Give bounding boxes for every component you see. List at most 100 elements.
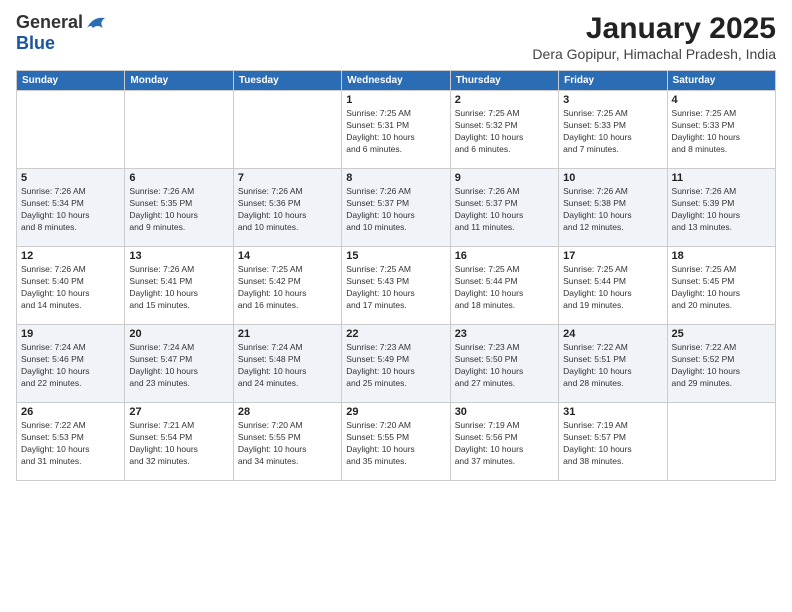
header: General Blue January 2025 Dera Gopipur, … [16, 12, 776, 62]
day-info: Sunrise: 7:21 AM Sunset: 5:54 PM Dayligh… [129, 420, 228, 468]
day-number: 15 [346, 250, 445, 262]
day-info: Sunrise: 7:26 AM Sunset: 5:34 PM Dayligh… [21, 186, 120, 234]
calendar-cell: 29 Sunrise: 7:20 AM Sunset: 5:55 PM Dayli… [342, 403, 450, 481]
calendar-cell: 10 Sunrise: 7:26 AM Sunset: 5:38 PM Dayli… [559, 169, 667, 247]
calendar-cell: 6Sunrise: 7:26 AM Sunset: 5:35 PM Daylig… [125, 169, 233, 247]
calendar-cell: 24 Sunrise: 7:22 AM Sunset: 5:51 PM Dayli… [559, 325, 667, 403]
day-info: Sunrise: 7:26 AM Sunset: 5:40 PM Dayligh… [21, 264, 120, 312]
day-number: 3 [563, 94, 662, 106]
day-info: Sunrise: 7:19 AM Sunset: 5:56 PM Dayligh… [455, 420, 554, 468]
calendar-cell: 16Sunrise: 7:25 AM Sunset: 5:44 PM Dayli… [450, 247, 558, 325]
calendar-cell [125, 91, 233, 169]
day-number: 25 [672, 328, 771, 340]
day-info: Sunrise: 7:26 AM Sunset: 5:37 PM Dayligh… [346, 186, 445, 234]
week-row-4: 19 Sunrise: 7:24 AM Sunset: 5:46 PM Dayli… [17, 325, 776, 403]
day-number: 20 [129, 328, 228, 340]
day-info: Sunrise: 7:24 AM Sunset: 5:46 PM Dayligh… [21, 342, 120, 390]
col-friday: Friday [559, 71, 667, 91]
week-row-3: 12 Sunrise: 7:26 AM Sunset: 5:40 PM Dayli… [17, 247, 776, 325]
col-thursday: Thursday [450, 71, 558, 91]
day-number: 16 [455, 250, 554, 262]
day-info: Sunrise: 7:23 AM Sunset: 5:49 PM Dayligh… [346, 342, 445, 390]
calendar-cell: 18 Sunrise: 7:25 AM Sunset: 5:45 PM Dayli… [667, 247, 775, 325]
day-number: 31 [563, 406, 662, 418]
day-info: Sunrise: 7:26 AM Sunset: 5:41 PM Dayligh… [129, 264, 228, 312]
day-info: Sunrise: 7:25 AM Sunset: 5:44 PM Dayligh… [563, 264, 662, 312]
calendar-cell: 28Sunrise: 7:20 AM Sunset: 5:55 PM Dayli… [233, 403, 341, 481]
calendar-cell: 9 Sunrise: 7:26 AM Sunset: 5:37 PM Daylig… [450, 169, 558, 247]
day-info: Sunrise: 7:26 AM Sunset: 5:37 PM Dayligh… [455, 186, 554, 234]
day-number: 23 [455, 328, 554, 340]
week-row-5: 26 Sunrise: 7:22 AM Sunset: 5:53 PM Dayli… [17, 403, 776, 481]
day-number: 19 [21, 328, 120, 340]
day-number: 6 [129, 172, 228, 184]
day-info: Sunrise: 7:20 AM Sunset: 5:55 PM Dayligh… [238, 420, 337, 468]
day-info: Sunrise: 7:23 AM Sunset: 5:50 PM Dayligh… [455, 342, 554, 390]
calendar-table: Sunday Monday Tuesday Wednesday Thursday… [16, 70, 776, 481]
day-number: 24 [563, 328, 662, 340]
page: General Blue January 2025 Dera Gopipur, … [0, 0, 792, 612]
title-block: January 2025 Dera Gopipur, Himachal Prad… [532, 12, 776, 62]
calendar-cell: 15 Sunrise: 7:25 AM Sunset: 5:43 PM Dayli… [342, 247, 450, 325]
day-number: 1 [346, 94, 445, 106]
day-info: Sunrise: 7:26 AM Sunset: 5:39 PM Dayligh… [672, 186, 771, 234]
day-info: Sunrise: 7:25 AM Sunset: 5:33 PM Dayligh… [672, 108, 771, 156]
calendar-cell [667, 403, 775, 481]
day-info: Sunrise: 7:22 AM Sunset: 5:53 PM Dayligh… [21, 420, 120, 468]
day-number: 26 [21, 406, 120, 418]
day-number: 10 [563, 172, 662, 184]
calendar-cell: 5Sunrise: 7:26 AM Sunset: 5:34 PM Daylig… [17, 169, 125, 247]
day-info: Sunrise: 7:19 AM Sunset: 5:57 PM Dayligh… [563, 420, 662, 468]
day-number: 12 [21, 250, 120, 262]
week-row-2: 5Sunrise: 7:26 AM Sunset: 5:34 PM Daylig… [17, 169, 776, 247]
day-info: Sunrise: 7:22 AM Sunset: 5:51 PM Dayligh… [563, 342, 662, 390]
day-info: Sunrise: 7:20 AM Sunset: 5:55 PM Dayligh… [346, 420, 445, 468]
calendar-cell: 26 Sunrise: 7:22 AM Sunset: 5:53 PM Dayli… [17, 403, 125, 481]
day-info: Sunrise: 7:26 AM Sunset: 5:36 PM Dayligh… [238, 186, 337, 234]
day-info: Sunrise: 7:25 AM Sunset: 5:32 PM Dayligh… [455, 108, 554, 156]
calendar-cell: 3 Sunrise: 7:25 AM Sunset: 5:33 PM Daylig… [559, 91, 667, 169]
day-info: Sunrise: 7:25 AM Sunset: 5:45 PM Dayligh… [672, 264, 771, 312]
calendar-cell: 31 Sunrise: 7:19 AM Sunset: 5:57 PM Dayli… [559, 403, 667, 481]
week-row-1: 1Sunrise: 7:25 AM Sunset: 5:31 PM Daylig… [17, 91, 776, 169]
month-title: January 2025 [532, 12, 776, 46]
day-info: Sunrise: 7:22 AM Sunset: 5:52 PM Dayligh… [672, 342, 771, 390]
logo: General Blue [16, 12, 107, 54]
col-wednesday: Wednesday [342, 71, 450, 91]
day-number: 18 [672, 250, 771, 262]
logo-general-text: General [16, 12, 83, 33]
day-number: 22 [346, 328, 445, 340]
day-number: 30 [455, 406, 554, 418]
calendar-cell: 13 Sunrise: 7:26 AM Sunset: 5:41 PM Dayli… [125, 247, 233, 325]
calendar-cell [17, 91, 125, 169]
calendar-cell [233, 91, 341, 169]
calendar-cell: 14 Sunrise: 7:25 AM Sunset: 5:42 PM Dayli… [233, 247, 341, 325]
calendar-cell: 25 Sunrise: 7:22 AM Sunset: 5:52 PM Dayli… [667, 325, 775, 403]
col-monday: Monday [125, 71, 233, 91]
calendar-cell: 11 Sunrise: 7:26 AM Sunset: 5:39 PM Dayli… [667, 169, 775, 247]
day-info: Sunrise: 7:26 AM Sunset: 5:38 PM Dayligh… [563, 186, 662, 234]
day-info: Sunrise: 7:25 AM Sunset: 5:43 PM Dayligh… [346, 264, 445, 312]
calendar-cell: 23 Sunrise: 7:23 AM Sunset: 5:50 PM Dayli… [450, 325, 558, 403]
calendar-cell: 7 Sunrise: 7:26 AM Sunset: 5:36 PM Daylig… [233, 169, 341, 247]
day-number: 17 [563, 250, 662, 262]
calendar-cell: 1Sunrise: 7:25 AM Sunset: 5:31 PM Daylig… [342, 91, 450, 169]
location-subtitle: Dera Gopipur, Himachal Pradesh, India [532, 46, 776, 62]
day-number: 14 [238, 250, 337, 262]
day-number: 11 [672, 172, 771, 184]
day-number: 7 [238, 172, 337, 184]
day-info: Sunrise: 7:24 AM Sunset: 5:47 PM Dayligh… [129, 342, 228, 390]
day-number: 4 [672, 94, 771, 106]
day-number: 9 [455, 172, 554, 184]
day-info: Sunrise: 7:24 AM Sunset: 5:48 PM Dayligh… [238, 342, 337, 390]
calendar-cell: 17 Sunrise: 7:25 AM Sunset: 5:44 PM Dayli… [559, 247, 667, 325]
calendar-header-row: Sunday Monday Tuesday Wednesday Thursday… [17, 71, 776, 91]
day-number: 13 [129, 250, 228, 262]
day-number: 29 [346, 406, 445, 418]
col-tuesday: Tuesday [233, 71, 341, 91]
logo-bird-icon [85, 14, 107, 32]
day-info: Sunrise: 7:25 AM Sunset: 5:33 PM Dayligh… [563, 108, 662, 156]
day-info: Sunrise: 7:25 AM Sunset: 5:42 PM Dayligh… [238, 264, 337, 312]
calendar-cell: 4 Sunrise: 7:25 AM Sunset: 5:33 PM Daylig… [667, 91, 775, 169]
calendar-cell: 30 Sunrise: 7:19 AM Sunset: 5:56 PM Dayli… [450, 403, 558, 481]
